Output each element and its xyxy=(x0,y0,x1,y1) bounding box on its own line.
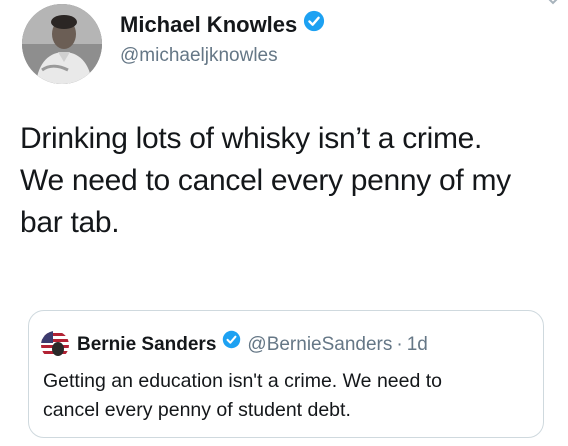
quoted-author-name[interactable]: Bernie Sanders xyxy=(77,334,216,355)
quoted-text-line: Getting an education isn't a crime. We n… xyxy=(43,370,443,392)
verified-badge-icon xyxy=(303,10,325,38)
quoted-author-handle[interactable]: @BernieSanders xyxy=(247,334,392,355)
verified-badge-icon xyxy=(222,330,241,356)
separator-dot: · xyxy=(396,334,403,355)
quoted-header: Bernie Sanders @BernieSanders · 1d xyxy=(77,330,428,357)
tweet-text-line: We need to cancel every penny of my xyxy=(20,164,511,197)
flag-avatar-icon xyxy=(41,331,69,359)
tweet-card: Michael Knowles @michaeljknowles Drinkin… xyxy=(0,0,568,446)
tweet-text-line: bar tab. xyxy=(20,206,120,239)
author-avatar[interactable] xyxy=(22,4,102,84)
tweet-text: Drinking lots of whisky isn’t a crime. W… xyxy=(20,118,550,244)
quoted-author-avatar[interactable] xyxy=(41,331,69,359)
quoted-timestamp[interactable]: 1d xyxy=(407,334,428,355)
author-name-text: Michael Knowles xyxy=(120,12,298,37)
author-name[interactable]: Michael Knowles xyxy=(120,10,325,38)
quoted-text-line: cancel every penny of student debt. xyxy=(43,399,351,421)
quoted-text: Getting an education isn't a crime. We n… xyxy=(43,367,533,425)
quoted-tweet[interactable]: Bernie Sanders @BernieSanders · 1d Getting … xyxy=(28,310,544,438)
person-photo-icon xyxy=(22,4,102,84)
author-handle[interactable]: @michaeljknowles xyxy=(120,44,278,68)
chevron-down-icon[interactable] xyxy=(544,0,562,8)
tweet-text-line: Drinking lots of whisky isn’t a crime. xyxy=(20,122,483,155)
